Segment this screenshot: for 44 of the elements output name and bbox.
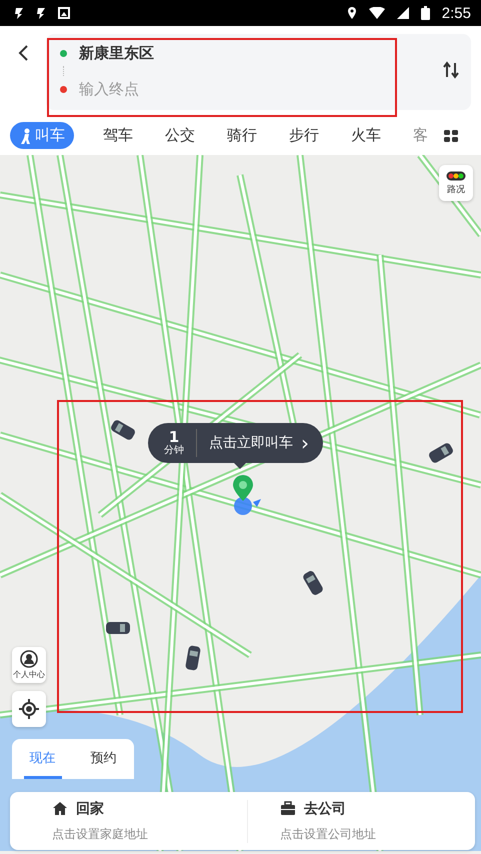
grid-icon[interactable] (443, 128, 459, 144)
person-icon (19, 128, 31, 144)
wifi-icon (368, 7, 385, 19)
shortcut-hint: 点击设置家庭地址 (52, 826, 148, 842)
swap-icon (442, 60, 460, 78)
traffic-light-icon (446, 170, 466, 180)
locate-button[interactable] (12, 691, 46, 727)
mode-tab[interactable]: 驾车 (94, 122, 142, 149)
locate-icon (19, 699, 39, 719)
mode-tab[interactable]: 公交 (156, 122, 204, 149)
map[interactable]: 路况 1 分钟 点击立即叫车 › 个人中心 现在 预约 回家 点击设置家庭地址 去公司 点击设置公司地址 (0, 155, 481, 854)
house-icon (52, 800, 68, 816)
shortcut-hint: 点击设置公司地址 (280, 826, 376, 842)
shortcut-title: 去公司 (304, 800, 346, 818)
location-icon (346, 6, 357, 20)
battery-icon (420, 6, 430, 20)
time-tab[interactable]: 现在 (24, 739, 62, 779)
profile-button[interactable]: 个人中心 (12, 647, 46, 683)
wait-minutes: 1 (168, 429, 180, 445)
destination-dot (60, 86, 67, 92)
image-icon (58, 7, 70, 19)
briefcase-icon (280, 800, 296, 816)
call-car-text: 点击立即叫车 (209, 434, 293, 452)
notification-icon (14, 6, 24, 20)
time-tab[interactable]: 预约 (84, 739, 122, 779)
location-pin-icon (232, 475, 262, 517)
notification-icon (36, 6, 46, 20)
mode-tab[interactable]: 客 (404, 122, 437, 149)
traffic-button[interactable]: 路况 (439, 165, 473, 201)
mode-tab[interactable]: 步行 (280, 122, 328, 149)
destination-field[interactable]: 输入终点 (79, 80, 279, 98)
chevron-icon: › (301, 433, 309, 453)
status-time: 2:55 (442, 4, 471, 22)
mode-tab[interactable]: 骑行 (218, 122, 266, 149)
wait-unit: 分钟 (164, 445, 184, 457)
mode-tab[interactable]: 火车 (342, 122, 390, 149)
origin-dot (60, 50, 67, 56)
signal-icon (396, 7, 409, 19)
avatar-icon (20, 650, 38, 668)
shortcut-button[interactable]: 回家 点击设置家庭地址 (10, 800, 247, 842)
origin-text[interactable]: 新康里东区 (79, 44, 154, 62)
shortcut-title: 回家 (76, 800, 104, 818)
mode-tab[interactable]: 叫车 (10, 122, 74, 149)
shortcut-button[interactable]: 去公司 点击设置公司地址 (247, 800, 475, 842)
